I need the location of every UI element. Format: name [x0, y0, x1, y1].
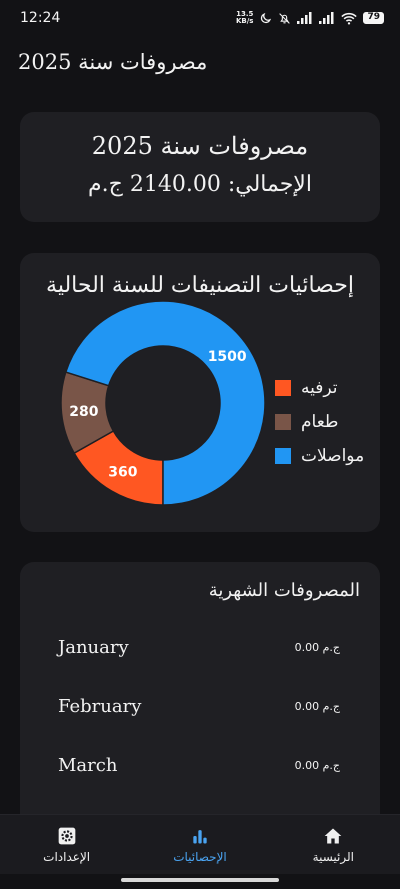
legend-swatch [275, 448, 291, 464]
legend-label: مواصلات [301, 446, 365, 466]
battery-indicator: 79 [363, 12, 384, 24]
nav-home[interactable]: الرئيسية [273, 826, 393, 864]
slice-data-label: 360 [108, 465, 137, 481]
monthly-title: المصروفات الشهرية [208, 580, 360, 601]
legend-swatch [275, 380, 291, 396]
bell-off-icon [279, 12, 291, 24]
summary-total: الإجمالي: 2140.00 ج.م [88, 172, 312, 197]
summary-card: مصروفات سنة 2025 الإجمالي: 2140.00 ج.م [20, 112, 380, 222]
category-donut-chart: 360 280 1500 [60, 300, 266, 506]
month-row[interactable]: February ج.م 0.00 [20, 686, 380, 726]
nav-statistics[interactable]: الإحصائيات [140, 826, 260, 864]
moon-icon [261, 12, 272, 23]
summary-title: مصروفات سنة 2025 [91, 132, 309, 160]
category-stats-card: إحصائيات التصنيفات للسنة الحالية 360 280 1… [20, 253, 380, 532]
status-bar: 12:24 13.5 KB/s 79 [0, 0, 400, 36]
legend-swatch [275, 414, 291, 430]
month-row[interactable]: January ج.م 0.00 [20, 627, 380, 667]
legend-label: ترفيه [301, 378, 338, 398]
signal-icon-2 [319, 12, 334, 24]
chart-legend: ترفيه طعام مواصلات [275, 371, 364, 473]
slice-data-label: 280 [69, 404, 98, 420]
nav-statistics-label: الإحصائيات [173, 849, 227, 864]
month-name: February [58, 695, 142, 717]
gear-icon [58, 827, 75, 844]
donut-hole [106, 346, 220, 460]
month-name: January [58, 636, 129, 658]
wifi-icon [341, 12, 358, 25]
legend-item: طعام [275, 405, 364, 439]
legend-label: طعام [301, 412, 339, 432]
month-name: March [58, 754, 118, 776]
page-title: مصروفات سنة 2025 [18, 50, 208, 74]
month-amount: ج.م 0.00 [294, 699, 340, 713]
monthly-expenses-card: المصروفات الشهرية January ج.م 0.00 Febru… [20, 562, 380, 822]
network-speed: 13.5 KB/s [235, 10, 254, 25]
home-icon [324, 828, 342, 843]
bar-chart-icon [193, 829, 207, 843]
nav-settings[interactable]: الإعدادات [7, 826, 127, 864]
home-indicator [121, 878, 279, 882]
nav-home-label: الرئيسية [312, 849, 354, 864]
legend-item: ترفيه [275, 371, 364, 405]
month-amount: ج.م 0.00 [294, 758, 340, 772]
status-time: 12:24 [20, 10, 61, 26]
legend-item: مواصلات [275, 439, 364, 473]
signal-icon [297, 12, 312, 24]
status-icons: 13.5 KB/s 79 [236, 11, 384, 25]
slice-data-label: 1500 [208, 349, 247, 365]
nav-settings-label: الإعدادات [43, 849, 91, 864]
month-row[interactable]: March ج.م 0.00 [20, 745, 380, 785]
month-amount: ج.م 0.00 [294, 640, 340, 654]
bottom-navigation: الإعدادات الإحصائيات الرئيسية [0, 814, 400, 874]
